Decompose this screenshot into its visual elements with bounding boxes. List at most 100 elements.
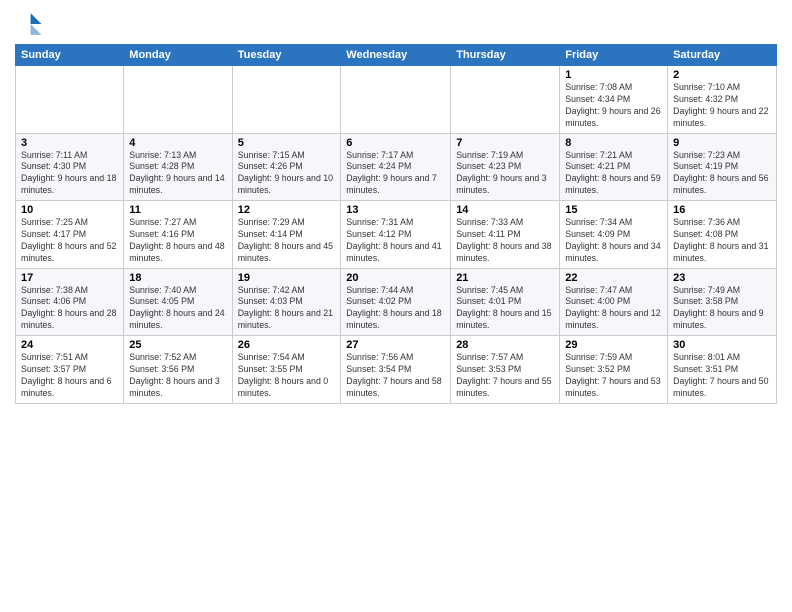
day-cell: 10Sunrise: 7:25 AM Sunset: 4:17 PM Dayli…	[16, 201, 124, 269]
day-cell: 21Sunrise: 7:45 AM Sunset: 4:01 PM Dayli…	[451, 268, 560, 336]
day-number: 26	[238, 339, 336, 351]
day-number: 19	[238, 272, 336, 284]
day-cell: 24Sunrise: 7:51 AM Sunset: 3:57 PM Dayli…	[16, 336, 124, 404]
day-info: Sunrise: 7:19 AM Sunset: 4:23 PM Dayligh…	[456, 150, 554, 198]
day-info: Sunrise: 7:54 AM Sunset: 3:55 PM Dayligh…	[238, 352, 336, 400]
page: SundayMondayTuesdayWednesdayThursdayFrid…	[0, 0, 792, 612]
day-info: Sunrise: 7:33 AM Sunset: 4:11 PM Dayligh…	[456, 217, 554, 265]
day-info: Sunrise: 8:01 AM Sunset: 3:51 PM Dayligh…	[673, 352, 771, 400]
day-number: 8	[565, 137, 662, 149]
day-cell	[16, 66, 124, 134]
day-info: Sunrise: 7:45 AM Sunset: 4:01 PM Dayligh…	[456, 285, 554, 333]
logo	[15, 10, 47, 38]
day-cell	[124, 66, 232, 134]
day-number: 14	[456, 204, 554, 216]
day-cell: 14Sunrise: 7:33 AM Sunset: 4:11 PM Dayli…	[451, 201, 560, 269]
day-number: 3	[21, 137, 118, 149]
day-number: 1	[565, 69, 662, 81]
day-number: 29	[565, 339, 662, 351]
col-header-saturday: Saturday	[668, 45, 777, 66]
day-cell: 12Sunrise: 7:29 AM Sunset: 4:14 PM Dayli…	[232, 201, 341, 269]
day-cell: 16Sunrise: 7:36 AM Sunset: 4:08 PM Dayli…	[668, 201, 777, 269]
day-number: 10	[21, 204, 118, 216]
day-info: Sunrise: 7:40 AM Sunset: 4:05 PM Dayligh…	[129, 285, 226, 333]
day-info: Sunrise: 7:08 AM Sunset: 4:34 PM Dayligh…	[565, 82, 662, 130]
day-cell: 9Sunrise: 7:23 AM Sunset: 4:19 PM Daylig…	[668, 133, 777, 201]
day-cell: 30Sunrise: 8:01 AM Sunset: 3:51 PM Dayli…	[668, 336, 777, 404]
day-cell	[341, 66, 451, 134]
day-cell: 11Sunrise: 7:27 AM Sunset: 4:16 PM Dayli…	[124, 201, 232, 269]
day-number: 27	[346, 339, 445, 351]
day-cell: 18Sunrise: 7:40 AM Sunset: 4:05 PM Dayli…	[124, 268, 232, 336]
day-number: 18	[129, 272, 226, 284]
day-info: Sunrise: 7:21 AM Sunset: 4:21 PM Dayligh…	[565, 150, 662, 198]
day-cell: 19Sunrise: 7:42 AM Sunset: 4:03 PM Dayli…	[232, 268, 341, 336]
day-info: Sunrise: 7:47 AM Sunset: 4:00 PM Dayligh…	[565, 285, 662, 333]
day-info: Sunrise: 7:25 AM Sunset: 4:17 PM Dayligh…	[21, 217, 118, 265]
day-cell: 8Sunrise: 7:21 AM Sunset: 4:21 PM Daylig…	[560, 133, 668, 201]
day-number: 12	[238, 204, 336, 216]
day-info: Sunrise: 7:57 AM Sunset: 3:53 PM Dayligh…	[456, 352, 554, 400]
day-cell: 13Sunrise: 7:31 AM Sunset: 4:12 PM Dayli…	[341, 201, 451, 269]
day-number: 11	[129, 204, 226, 216]
day-info: Sunrise: 7:52 AM Sunset: 3:56 PM Dayligh…	[129, 352, 226, 400]
day-info: Sunrise: 7:13 AM Sunset: 4:28 PM Dayligh…	[129, 150, 226, 198]
col-header-sunday: Sunday	[16, 45, 124, 66]
col-header-wednesday: Wednesday	[341, 45, 451, 66]
day-cell: 7Sunrise: 7:19 AM Sunset: 4:23 PM Daylig…	[451, 133, 560, 201]
day-cell: 17Sunrise: 7:38 AM Sunset: 4:06 PM Dayli…	[16, 268, 124, 336]
day-cell: 5Sunrise: 7:15 AM Sunset: 4:26 PM Daylig…	[232, 133, 341, 201]
week-row-2: 10Sunrise: 7:25 AM Sunset: 4:17 PM Dayli…	[16, 201, 777, 269]
day-number: 22	[565, 272, 662, 284]
header	[15, 10, 777, 38]
day-cell	[451, 66, 560, 134]
day-info: Sunrise: 7:17 AM Sunset: 4:24 PM Dayligh…	[346, 150, 445, 198]
day-cell: 27Sunrise: 7:56 AM Sunset: 3:54 PM Dayli…	[341, 336, 451, 404]
day-info: Sunrise: 7:27 AM Sunset: 4:16 PM Dayligh…	[129, 217, 226, 265]
col-header-thursday: Thursday	[451, 45, 560, 66]
day-number: 6	[346, 137, 445, 149]
day-info: Sunrise: 7:15 AM Sunset: 4:26 PM Dayligh…	[238, 150, 336, 198]
day-number: 13	[346, 204, 445, 216]
day-cell: 28Sunrise: 7:57 AM Sunset: 3:53 PM Dayli…	[451, 336, 560, 404]
day-cell: 26Sunrise: 7:54 AM Sunset: 3:55 PM Dayli…	[232, 336, 341, 404]
day-cell: 15Sunrise: 7:34 AM Sunset: 4:09 PM Dayli…	[560, 201, 668, 269]
day-number: 2	[673, 69, 771, 81]
day-cell	[232, 66, 341, 134]
logo-icon	[15, 10, 43, 38]
day-info: Sunrise: 7:42 AM Sunset: 4:03 PM Dayligh…	[238, 285, 336, 333]
day-info: Sunrise: 7:59 AM Sunset: 3:52 PM Dayligh…	[565, 352, 662, 400]
day-number: 28	[456, 339, 554, 351]
day-cell: 23Sunrise: 7:49 AM Sunset: 3:58 PM Dayli…	[668, 268, 777, 336]
col-header-tuesday: Tuesday	[232, 45, 341, 66]
day-info: Sunrise: 7:38 AM Sunset: 4:06 PM Dayligh…	[21, 285, 118, 333]
day-cell: 4Sunrise: 7:13 AM Sunset: 4:28 PM Daylig…	[124, 133, 232, 201]
day-number: 9	[673, 137, 771, 149]
day-info: Sunrise: 7:29 AM Sunset: 4:14 PM Dayligh…	[238, 217, 336, 265]
day-number: 7	[456, 137, 554, 149]
day-cell: 25Sunrise: 7:52 AM Sunset: 3:56 PM Dayli…	[124, 336, 232, 404]
header-row: SundayMondayTuesdayWednesdayThursdayFrid…	[16, 45, 777, 66]
week-row-3: 17Sunrise: 7:38 AM Sunset: 4:06 PM Dayli…	[16, 268, 777, 336]
day-info: Sunrise: 7:10 AM Sunset: 4:32 PM Dayligh…	[673, 82, 771, 130]
day-number: 4	[129, 137, 226, 149]
day-number: 17	[21, 272, 118, 284]
day-info: Sunrise: 7:11 AM Sunset: 4:30 PM Dayligh…	[21, 150, 118, 198]
day-number: 21	[456, 272, 554, 284]
day-cell: 3Sunrise: 7:11 AM Sunset: 4:30 PM Daylig…	[16, 133, 124, 201]
day-info: Sunrise: 7:51 AM Sunset: 3:57 PM Dayligh…	[21, 352, 118, 400]
day-cell: 29Sunrise: 7:59 AM Sunset: 3:52 PM Dayli…	[560, 336, 668, 404]
day-cell: 2Sunrise: 7:10 AM Sunset: 4:32 PM Daylig…	[668, 66, 777, 134]
day-number: 5	[238, 137, 336, 149]
day-info: Sunrise: 7:34 AM Sunset: 4:09 PM Dayligh…	[565, 217, 662, 265]
week-row-0: 1Sunrise: 7:08 AM Sunset: 4:34 PM Daylig…	[16, 66, 777, 134]
day-info: Sunrise: 7:49 AM Sunset: 3:58 PM Dayligh…	[673, 285, 771, 333]
day-info: Sunrise: 7:56 AM Sunset: 3:54 PM Dayligh…	[346, 352, 445, 400]
day-number: 30	[673, 339, 771, 351]
day-cell: 6Sunrise: 7:17 AM Sunset: 4:24 PM Daylig…	[341, 133, 451, 201]
week-row-4: 24Sunrise: 7:51 AM Sunset: 3:57 PM Dayli…	[16, 336, 777, 404]
week-row-1: 3Sunrise: 7:11 AM Sunset: 4:30 PM Daylig…	[16, 133, 777, 201]
day-info: Sunrise: 7:44 AM Sunset: 4:02 PM Dayligh…	[346, 285, 445, 333]
col-header-monday: Monday	[124, 45, 232, 66]
day-cell: 1Sunrise: 7:08 AM Sunset: 4:34 PM Daylig…	[560, 66, 668, 134]
